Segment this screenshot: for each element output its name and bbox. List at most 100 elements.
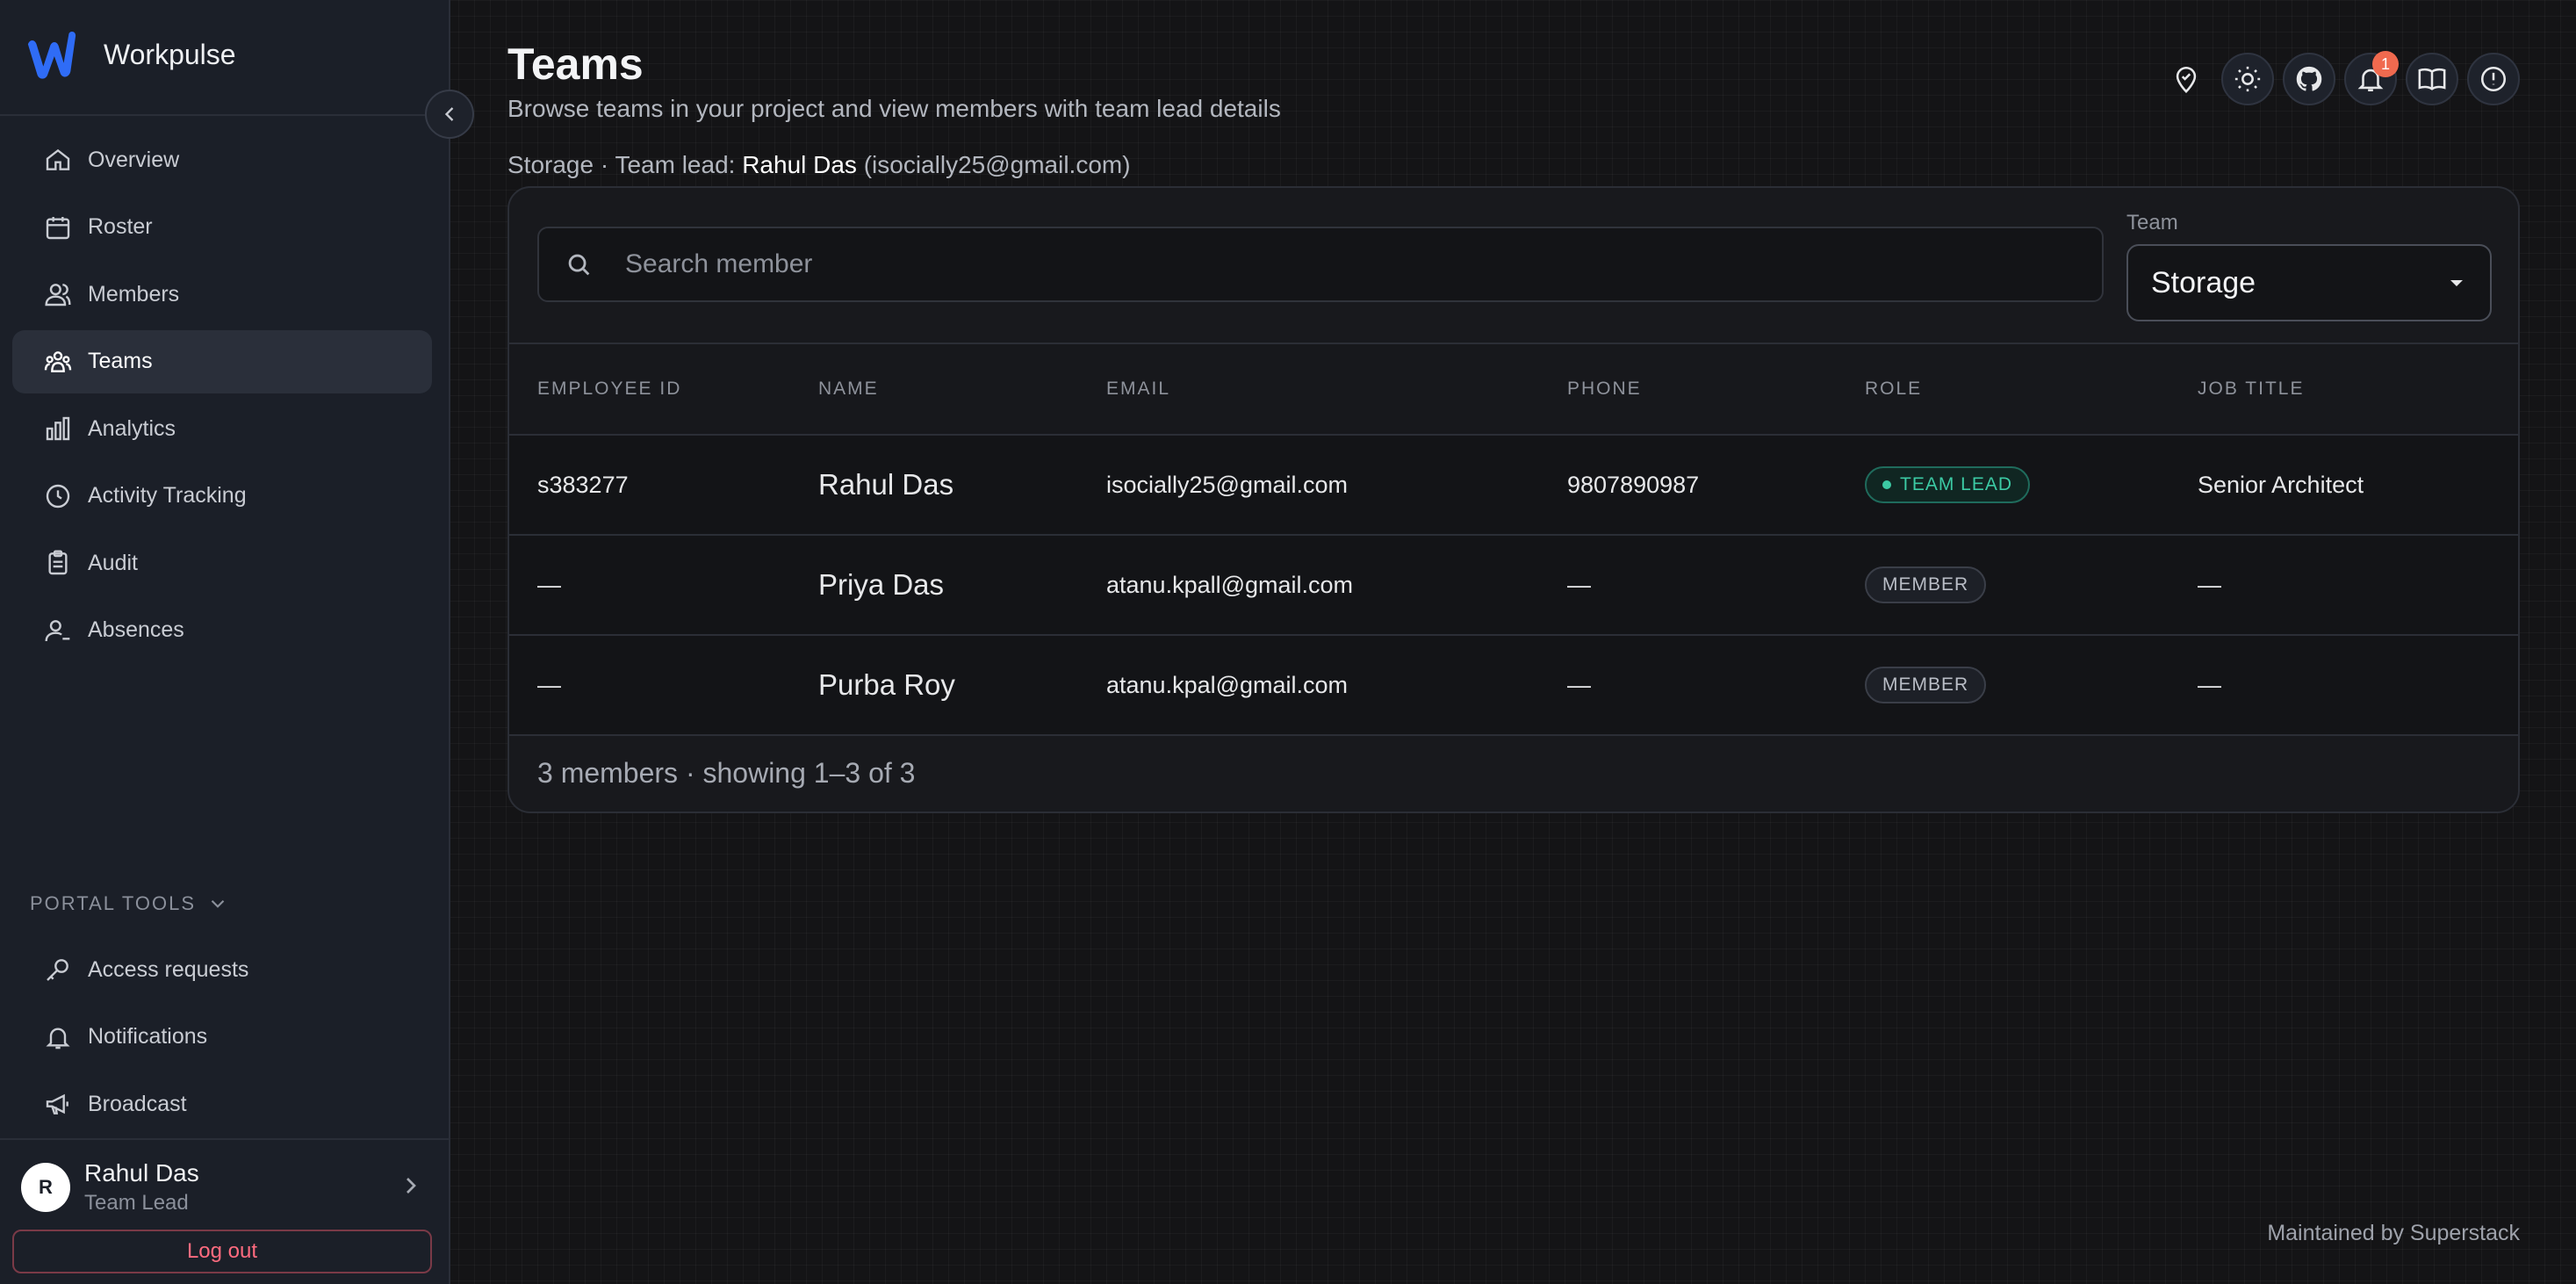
members-count: 3 members · showing 1–3 of 3 <box>537 757 916 789</box>
nav-item-audit[interactable]: Audit <box>12 531 432 595</box>
chevron-down-icon <box>211 899 225 908</box>
members-table: EMPLOYEE ID NAME EMAIL PHONE ROLE JOB TI… <box>509 343 2518 736</box>
user-role: Team Lead <box>84 1191 189 1215</box>
column-header[interactable]: JOB TITLE <box>2198 379 2304 400</box>
member-email: isocially25@gmail.com <box>1106 471 1348 498</box>
table-row[interactable]: — Priya Das atanu.kpall@gmail.com — MEMB… <box>509 536 2518 636</box>
page-subtitle: Browse teams in your project and view me… <box>507 95 1281 122</box>
team-select-label: Team <box>2126 211 2178 234</box>
role-cell: TEAM LEAD <box>1865 466 2031 503</box>
nav-label: Notifications <box>88 1024 208 1049</box>
member-phone: — <box>1567 671 1591 698</box>
user-info: Rahul Das Team Lead <box>84 1159 199 1215</box>
nav-label: Broadcast <box>88 1091 187 1116</box>
clipboard-icon <box>48 550 68 575</box>
theme-toggle-button[interactable] <box>2221 53 2274 105</box>
avatar: R <box>21 1163 70 1212</box>
team-name: Storage <box>507 151 594 178</box>
top-toolbar: 1 <box>2160 51 2520 105</box>
clock-icon <box>46 484 70 508</box>
collapse-sidebar-button[interactable] <box>425 90 474 139</box>
table-header: EMPLOYEE ID NAME EMAIL PHONE ROLE JOB TI… <box>509 343 2518 436</box>
nav-item-access-requests[interactable]: Access requests <box>12 938 432 1001</box>
user-minus-icon <box>45 619 70 641</box>
chevron-right-icon <box>407 1178 416 1194</box>
nav-item-notifications[interactable]: Notifications <box>12 1006 432 1069</box>
team-lead-email: (isocially25@gmail.com) <box>863 151 1131 178</box>
role-cell: MEMBER <box>1865 667 1987 703</box>
home-icon <box>46 148 70 170</box>
app-name: Workpulse <box>104 38 236 70</box>
job-title: — <box>2198 571 2221 598</box>
maintained-by: Maintained by Superstack <box>2267 1221 2520 1245</box>
github-icon <box>2296 66 2322 91</box>
member-name: Rahul Das <box>818 468 954 501</box>
map-pin-check-icon <box>2176 66 2197 93</box>
logout-button[interactable]: Log out <box>12 1230 432 1273</box>
nav-label: Overview <box>88 147 180 172</box>
notifications-button[interactable]: 1 <box>2344 51 2399 105</box>
nav-label: Roster <box>88 214 153 239</box>
employee-id: s383277 <box>537 471 629 498</box>
table-row[interactable]: — Purba Roy atanu.kpal@gmail.com — MEMBE… <box>509 636 2518 736</box>
megaphone-icon <box>46 1093 68 1114</box>
column-header[interactable]: EMAIL <box>1106 379 1170 400</box>
nav-item-roster[interactable]: Roster <box>12 196 432 259</box>
info-button[interactable] <box>2467 53 2520 105</box>
brand[interactable]: Workpulse <box>25 25 236 84</box>
divider <box>0 114 449 116</box>
search-box[interactable] <box>537 227 2104 302</box>
team-select-value: Storage <box>2151 265 2256 299</box>
nav-item-teams[interactable]: Teams <box>12 329 432 393</box>
employee-id: — <box>537 571 561 598</box>
portal-tools-nav: Access requests Notifications Broadcast <box>12 938 432 1140</box>
nav-label: Access requests <box>88 956 249 982</box>
member-badge: MEMBER <box>1865 667 1987 703</box>
chevron-left-icon <box>444 107 454 121</box>
team-lead-name: Rahul Das <box>742 151 857 178</box>
users-icon <box>45 284 71 307</box>
main-nav: Overview Roster Members Teams Analytics … <box>12 128 432 666</box>
portal-tools-toggle[interactable]: PORTAL TOOLS <box>30 892 229 915</box>
job-title: — <box>2198 671 2221 698</box>
member-email: atanu.kpal@gmail.com <box>1106 671 1349 698</box>
nav-item-analytics[interactable]: Analytics <box>12 397 432 460</box>
nav-item-activity-tracking[interactable]: Activity Tracking <box>12 465 432 528</box>
portal-tools-header: PORTAL TOOLS <box>30 892 197 914</box>
column-header[interactable]: PHONE <box>1567 379 1642 400</box>
nav-label: Activity Tracking <box>88 483 247 508</box>
search-input[interactable] <box>625 249 2102 279</box>
column-header[interactable]: NAME <box>818 379 879 400</box>
page-title: Teams <box>507 40 644 89</box>
nav-label: Analytics <box>88 415 176 441</box>
table-row[interactable]: s383277 Rahul Das isocially25@gmail.com … <box>509 436 2518 536</box>
notification-count-badge: 1 <box>2372 51 2399 77</box>
nav-label: Absences <box>88 617 184 642</box>
role-cell: MEMBER <box>1865 566 1987 603</box>
job-title: Senior Architect <box>2198 471 2364 498</box>
nav-item-broadcast[interactable]: Broadcast <box>12 1072 432 1136</box>
bell-icon <box>46 1028 70 1049</box>
user-menu[interactable]: R Rahul Das Team Lead <box>21 1154 425 1221</box>
nav-item-members[interactable]: Members <box>12 263 432 326</box>
search-icon <box>568 254 590 276</box>
column-header[interactable]: ROLE <box>1865 379 1922 400</box>
column-header[interactable]: EMPLOYEE ID <box>537 379 681 400</box>
nav-item-overview[interactable]: Overview <box>12 128 432 191</box>
team-select[interactable]: Storage <box>2126 244 2492 321</box>
member-name: Priya Das <box>818 568 945 601</box>
nav-item-absences[interactable]: Absences <box>12 599 432 662</box>
caret-down-icon <box>2450 280 2463 286</box>
members-card: Team Storage EMPLOYEE ID NAME EMAIL PHON… <box>507 186 2520 813</box>
nav-label: Audit <box>88 550 138 575</box>
sun-icon <box>2234 66 2261 92</box>
key-icon <box>47 959 68 981</box>
team-lead-prefix: · Team lead: <box>600 151 736 178</box>
divider <box>0 1138 449 1140</box>
github-button[interactable] <box>2283 53 2335 105</box>
location-button[interactable] <box>2160 53 2213 105</box>
book-open-icon <box>2418 68 2446 90</box>
calendar-icon <box>46 216 70 239</box>
employee-id: — <box>537 671 561 698</box>
docs-button[interactable] <box>2406 53 2458 105</box>
